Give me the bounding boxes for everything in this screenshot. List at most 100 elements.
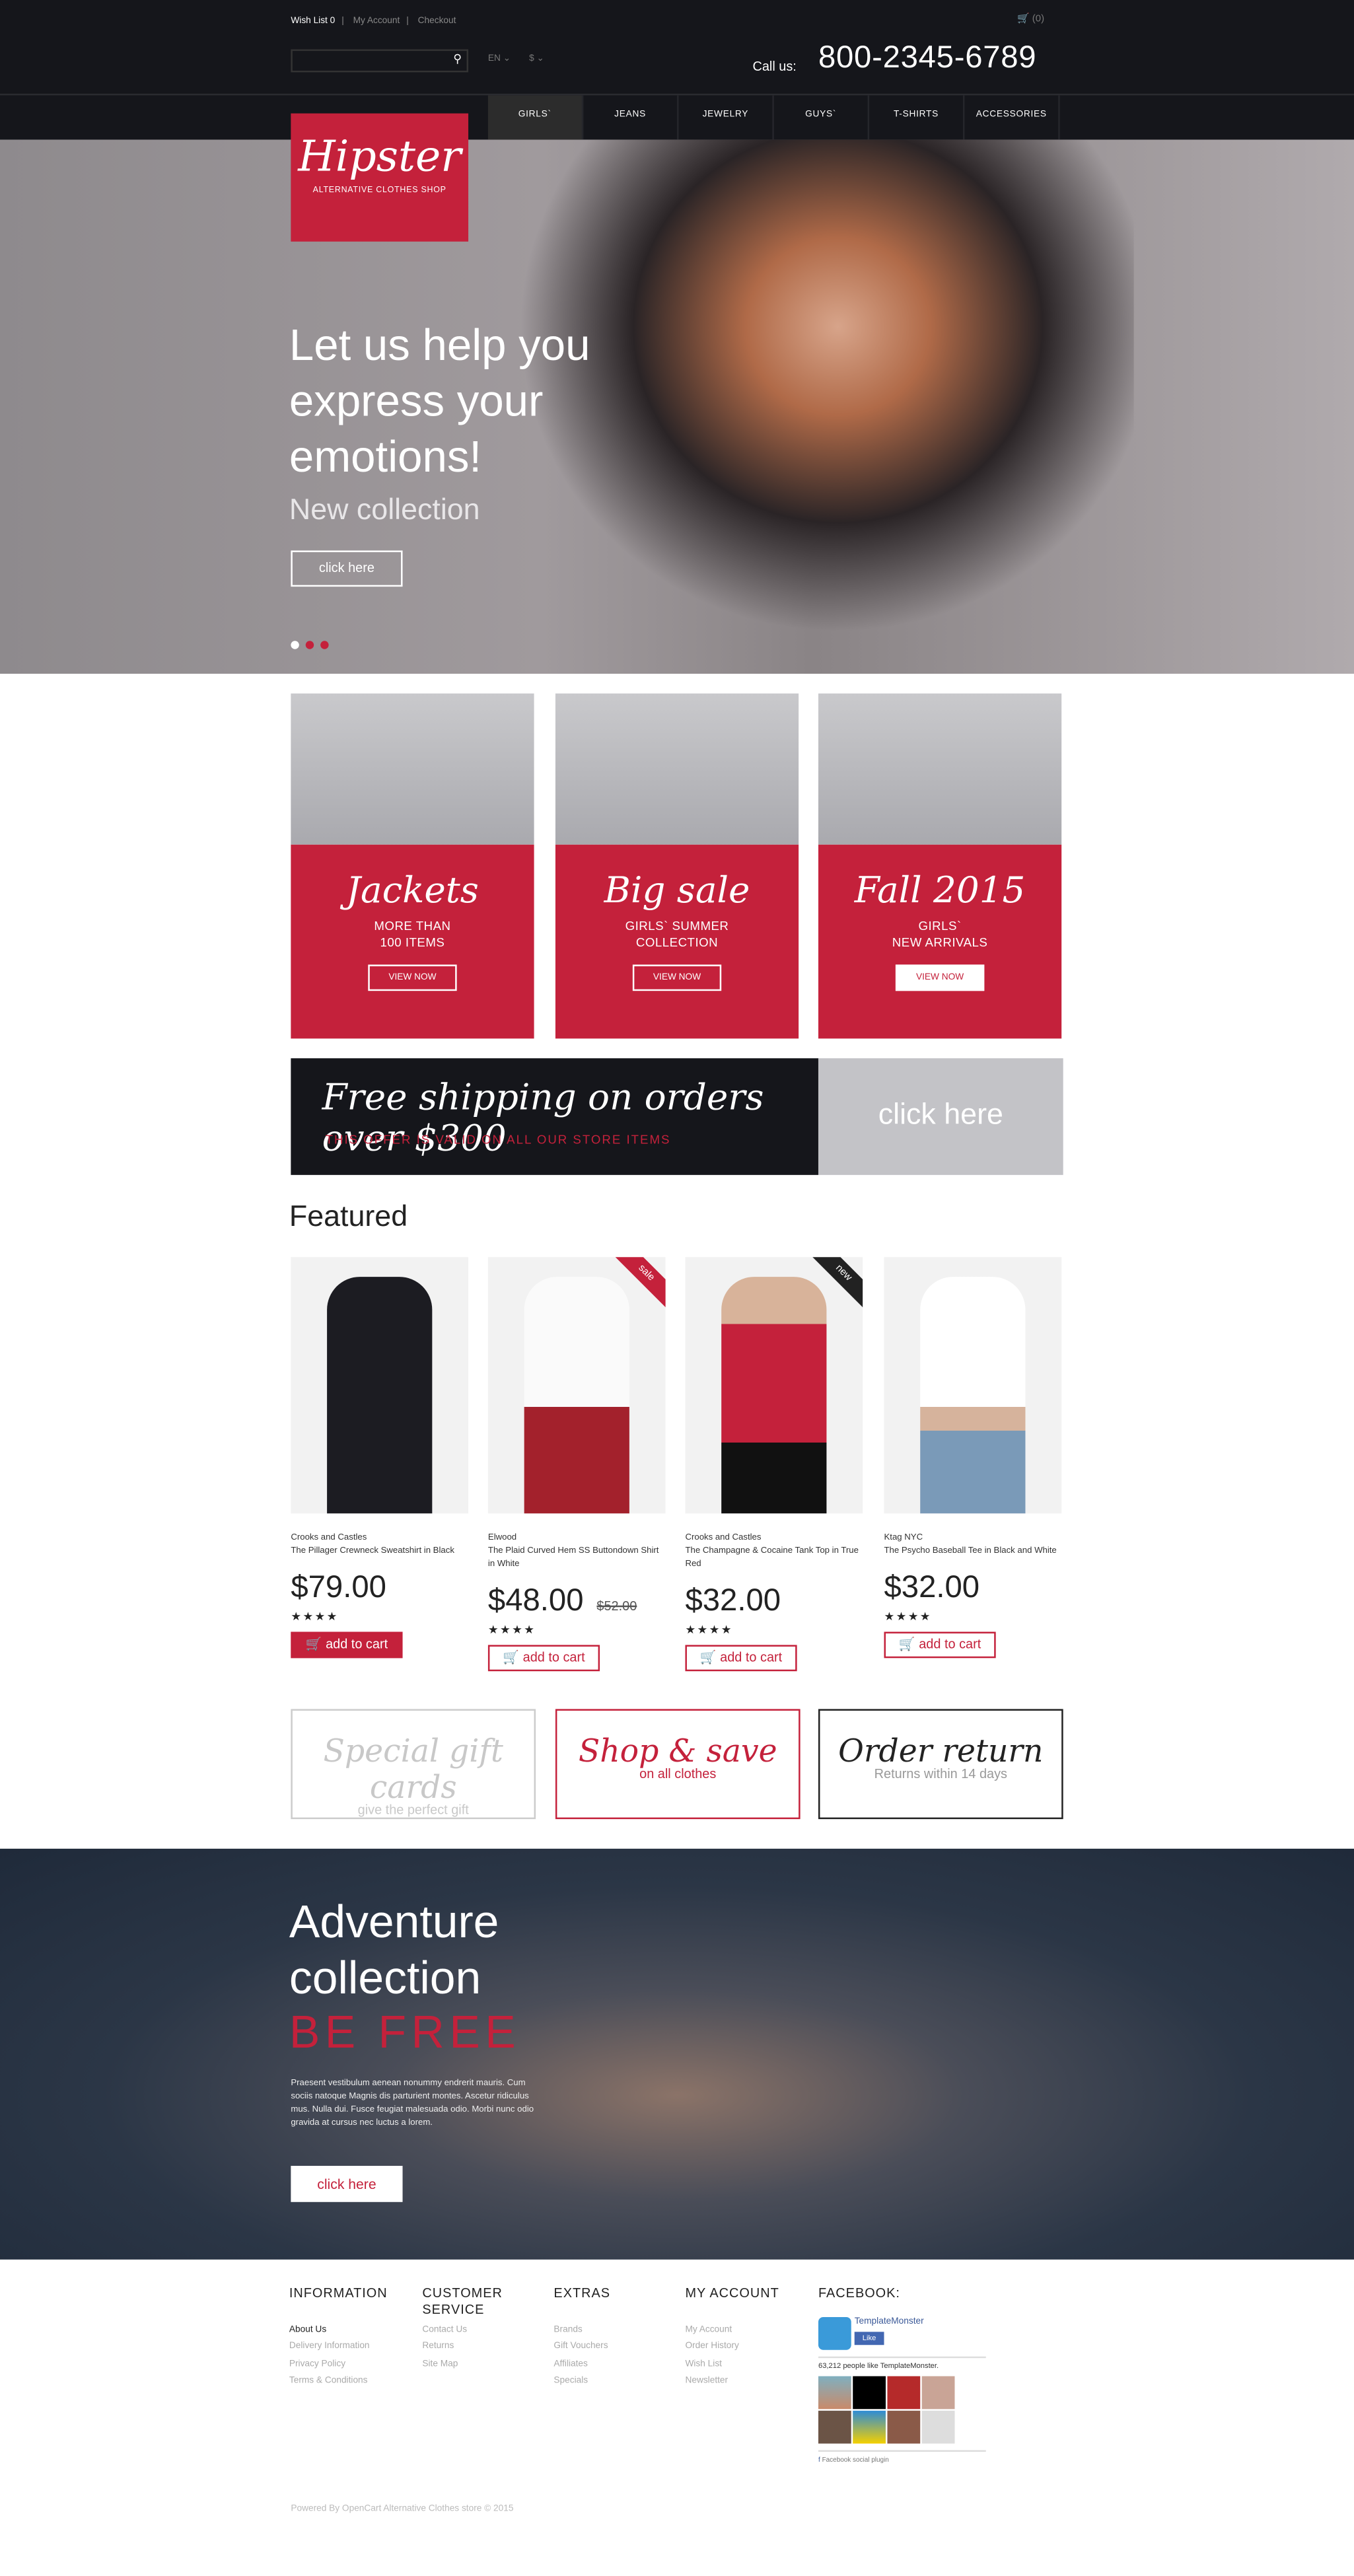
copyright: Powered By OpenCart Alternative Clothes … [291,2504,514,2515]
shipping-click-here-button[interactable]: click here [818,1058,1063,1175]
footer-link[interactable]: Privacy Policy [289,2356,421,2373]
product-info: Crooks and Castles The Champagne & Cocain… [685,1532,863,1571]
footer-link[interactable]: Order History [685,2339,816,2356]
footer-link[interactable]: Terms & Conditions [289,2373,421,2390]
fan-avatar[interactable] [921,2376,955,2410]
slider-dot[interactable] [305,641,314,649]
facebook-like-button[interactable]: Like [854,2332,884,2345]
search-icon[interactable]: ⚲ [453,53,462,65]
banner-title: Fall 2015 [854,871,1026,912]
fan-avatar[interactable] [921,2410,955,2444]
product-image[interactable]: sale [487,1257,666,1514]
my-account-link[interactable]: My Account [353,17,400,26]
rating-stars: ★★★★ [685,1625,733,1637]
language-select[interactable]: EN ⌄ [488,54,511,64]
adventure-cta-button[interactable]: click here [291,2166,403,2202]
adventure-accent: BE FREE [289,2006,521,2057]
product-info: Elwood The Plaid Curved Hem SS Buttondown… [488,1532,666,1571]
nav-jewelry[interactable]: JEWELRY [679,95,774,140]
banner-title: Big sale [604,871,750,912]
product-name-link[interactable]: The Pillager Crewneck Sweatshirt in Blac… [291,1545,468,1558]
cart-count: (0) [1032,15,1045,25]
product-price: $79.00 [291,1571,386,1606]
hero-subtitle: New collection [289,493,480,526]
nav-guys[interactable]: GUYS` [774,95,870,140]
nav-girls[interactable]: GIRLS` [487,95,584,140]
hero-heading: Let us help you express your emotions! [289,320,590,482]
phone-number: 800-2345-6789 [818,41,1037,76]
footer-link[interactable]: Newsletter [685,2373,816,2390]
add-to-cart-button[interactable]: 🛒 add to cart [487,1645,600,1672]
facebook-plugin-link[interactable]: f Facebook social plugin [818,2455,889,2463]
footer-link[interactable]: Specials [553,2373,685,2390]
hero-cta-button[interactable]: click here [291,550,403,587]
search-input[interactable]: ⚲ [291,49,469,73]
product-info: Ktag NYC The Psycho Baseball Tee in Black… [884,1532,1061,1558]
banner-image [818,693,1062,845]
product-card: Crooks and Castles The Pillager Crewneck … [291,1257,469,1659]
nav-tshirts[interactable]: T-SHIRTS [869,95,965,140]
add-to-cart-button[interactable]: 🛒 add to cart [884,1631,996,1659]
view-now-button[interactable]: VIEW NOW [368,964,457,991]
rating-stars: ★★★★ [487,1625,536,1637]
cart-button[interactable]: 🛒 (0) [1017,13,1044,24]
footer-link[interactable]: Affiliates [553,2356,685,2373]
product-name-link[interactable]: The Plaid Curved Hem SS Buttondown Shirt… [488,1545,666,1571]
cart-icon: 🛒 [1017,15,1030,25]
footer-link[interactable]: Contact Us [422,2322,520,2339]
featured-title: Featured [289,1199,408,1233]
fan-avatar[interactable] [887,2376,921,2410]
top-links: Wish List 0 | My Account | Checkout [291,16,456,26]
footer-link[interactable]: About Us [289,2322,421,2339]
product-name-link[interactable]: The Psycho Baseball Tee in Black and Whi… [884,1545,1061,1558]
product-card: new Crooks and Castles The Champagne & Co… [685,1257,863,1672]
currency-select[interactable]: $ ⌄ [529,54,544,64]
footer-information: INFORMATION About Us Delivery Informatio… [289,2286,421,2390]
footer-link[interactable]: My Account [685,2322,816,2339]
nav-accessories[interactable]: ACCESSORIES [964,95,1060,140]
fan-avatar[interactable] [818,2376,851,2410]
footer-link[interactable]: Wish List [685,2356,816,2373]
checkout-link[interactable]: Checkout [418,17,456,26]
nav-jeans[interactable]: JEANS [583,95,679,140]
product-image[interactable] [291,1257,469,1514]
product-image[interactable] [884,1257,1062,1514]
banner-image [291,693,534,845]
footer-link[interactable]: Site Map [422,2356,520,2373]
page-avatar[interactable] [818,2316,851,2350]
product-image[interactable]: new [685,1257,863,1514]
slider-dot[interactable] [320,641,329,649]
banner-big-sale[interactable]: Big sale GIRLS` SUMMER COLLECTION VIEW NO… [555,693,799,1039]
logo[interactable]: Hipster ALTERNATIVE CLOTHES SHOP [291,113,469,242]
product-card: Ktag NYC The Psycho Baseball Tee in Black… [884,1257,1062,1659]
page: Wish List 0 | My Account | Checkout 🛒 (0) … [0,0,1354,2576]
divider [818,2356,986,2359]
footer-link[interactable]: Returns [422,2339,520,2356]
add-to-cart-button[interactable]: 🛒 add to cart [291,1631,403,1659]
footer-extras: EXTRAS Brands Gift Vouchers Affiliates S… [553,2286,685,2390]
add-to-cart-button[interactable]: 🛒 add to cart [685,1645,797,1672]
facebook-page-link[interactable]: TemplateMonster [855,2317,924,2327]
footer-link[interactable]: Brands [553,2322,685,2339]
promo-shop-save[interactable]: Shop & save on all clothes [555,1709,801,1820]
fan-avatar[interactable] [818,2410,851,2444]
facebook-title: FACEBOOK: [818,2285,900,2301]
footer-customer-service: CUSTOMER SERVICE Contact Us Returns Site… [422,2286,520,2373]
slider-dot[interactable] [291,641,299,649]
product-card: sale Elwood The Plaid Curved Hem SS Butto… [487,1257,666,1672]
wish-list-link[interactable]: Wish List 0 [291,17,335,26]
fan-avatars [818,2376,955,2444]
promo-gift-cards[interactable]: Special gift cards give the perfect gift [291,1709,536,1820]
rating-stars: ★★★★ [884,1612,932,1624]
promo-order-return[interactable]: Order return Returns within 14 days [818,1709,1063,1820]
banner-jackets[interactable]: Jackets MORE THAN 100 ITEMS VIEW NOW [291,693,534,1039]
view-now-button[interactable]: VIEW NOW [632,964,722,991]
view-now-button[interactable]: VIEW NOW [895,964,985,991]
footer-link[interactable]: Gift Vouchers [553,2339,685,2356]
fan-avatar[interactable] [853,2410,886,2444]
footer-link[interactable]: Delivery Information [289,2339,421,2356]
product-name-link[interactable]: The Champagne & Cocaine Tank Top in True… [685,1545,863,1571]
fan-avatar[interactable] [887,2410,921,2444]
fan-avatar[interactable] [853,2376,886,2410]
banner-fall-2015[interactable]: Fall 2015 GIRLS` NEW ARRIVALS VIEW NOW [818,693,1062,1039]
